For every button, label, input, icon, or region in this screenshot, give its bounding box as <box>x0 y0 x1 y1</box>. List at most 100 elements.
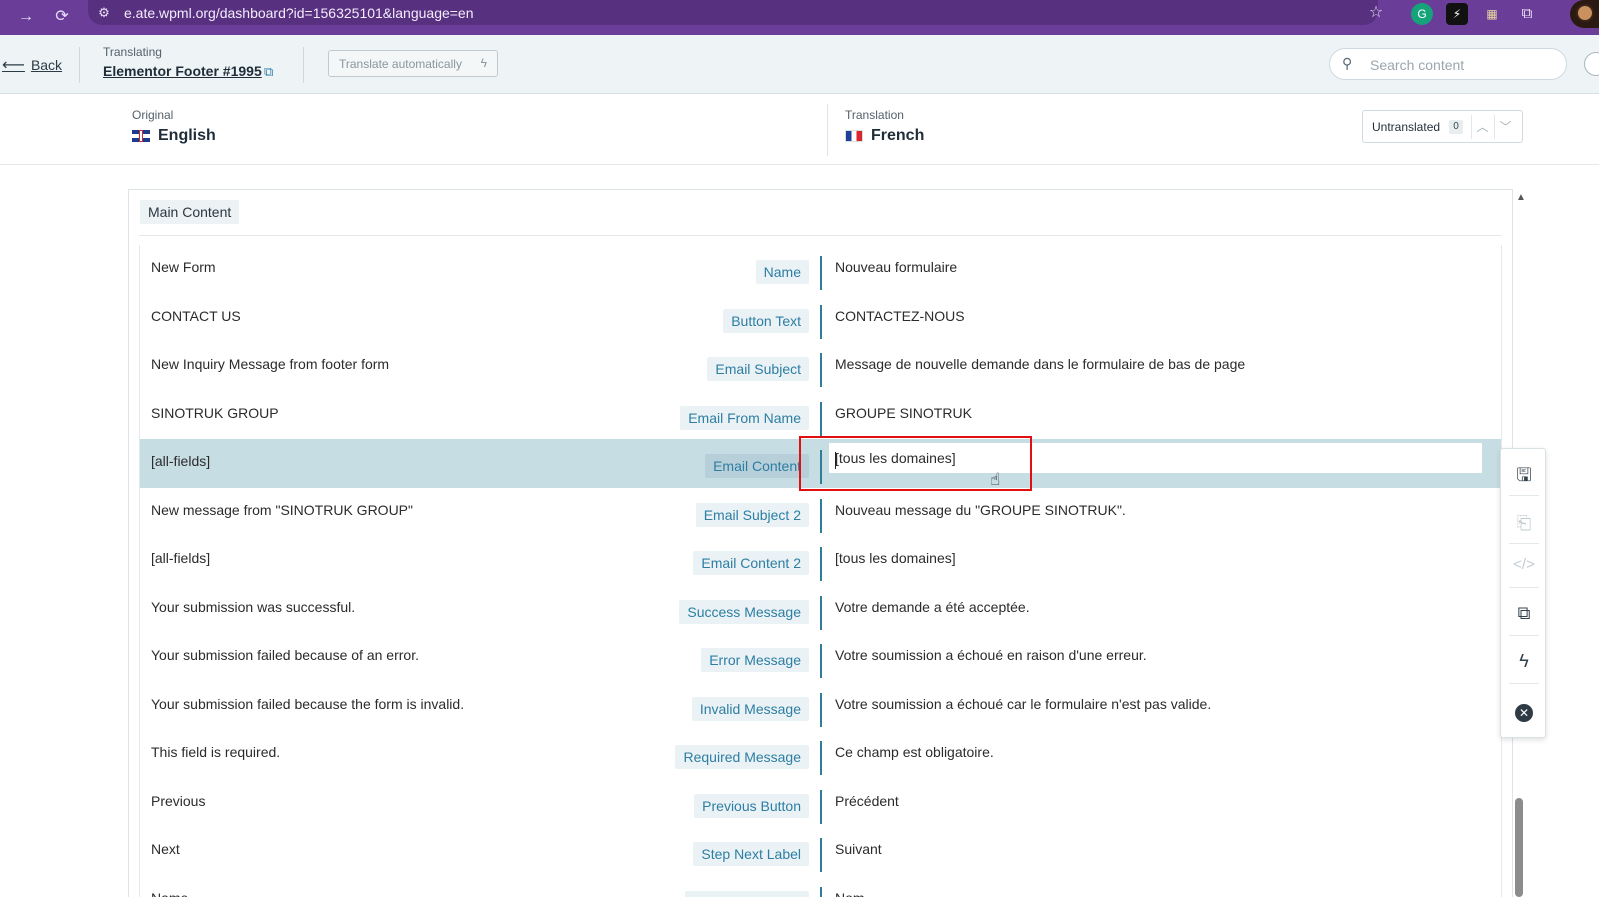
source-text: This field is required. <box>151 744 281 760</box>
bookmark-star-icon[interactable]: ☆ <box>1366 3 1386 23</box>
translation-text[interactable]: Message de nouvelle demande dans le form… <box>835 356 1245 372</box>
section-divider <box>139 235 1502 236</box>
original-label: Original <box>132 108 174 122</box>
segment-toolbar: 🖫 ⎗ </> ⧉ ϟ ✕ <box>1500 448 1546 738</box>
segment-divider <box>820 304 822 339</box>
translation-text[interactable]: [tous les domaines] <box>835 550 956 566</box>
original-language: English <box>132 127 216 145</box>
chevron-down-icon[interactable]: ﹀ <box>1494 115 1516 139</box>
lightning-icon: ϟ <box>480 56 487 70</box>
scroll-up-arrow-icon[interactable]: ▲ <box>1516 192 1526 203</box>
segment-divider <box>820 741 822 775</box>
search-box[interactable]: ⚲ <box>1329 48 1567 80</box>
extensions-puzzle-icon[interactable]: ⧉ <box>1516 3 1538 25</box>
extension-bolt-icon[interactable]: ⚡ <box>1446 3 1468 25</box>
field-tag: Success Message <box>679 599 809 624</box>
segment-row[interactable]: Your submission was successful. Success M… <box>139 584 1502 633</box>
segment-row[interactable]: CONTACT US Button Text CONTACTEZ-NOUS <box>139 293 1502 342</box>
language-divider <box>827 104 828 156</box>
header-divider <box>79 47 80 83</box>
toolbar-divider <box>1509 543 1539 544</box>
segment-divider <box>820 256 822 290</box>
toolbar-divider <box>1509 587 1539 588</box>
segment-row[interactable]: Name Field Placeholder Nom <box>139 875 1502 897</box>
field-tag: Step Next Label <box>693 842 809 866</box>
translation-language-name: French <box>871 127 925 144</box>
profile-avatar[interactable] <box>1570 0 1599 28</box>
translation-text[interactable]: GROUPE SINOTRUK <box>835 405 972 421</box>
avatar-face <box>1576 4 1594 22</box>
document-title-link[interactable]: Elementor Footer #1995 <box>103 63 262 79</box>
uk-flag-icon <box>132 130 150 142</box>
back-arrow-icon: ⟵ <box>2 57 25 74</box>
editor-header: ⟵ Back Translating Elementor Footer #199… <box>0 35 1599 94</box>
translation-text[interactable]: Votre soumission a échoué en raison d'un… <box>835 647 1147 663</box>
translation-label: Translation <box>845 108 904 122</box>
back-link[interactable]: ⟵ Back <box>2 55 62 75</box>
france-flag-icon <box>845 130 863 142</box>
translation-text[interactable]: Ce champ est obligatoire. <box>835 744 994 760</box>
bookmark-icon[interactable]: ⎗ <box>1512 511 1536 535</box>
translation-text[interactable]: Nouveau formulaire <box>835 259 957 275</box>
segment-row[interactable]: Your submission failed because of an err… <box>139 633 1502 682</box>
close-icon[interactable]: ✕ <box>1515 704 1533 722</box>
segment-divider <box>820 644 822 678</box>
extension-card-icon[interactable]: ▦ <box>1481 3 1503 25</box>
chevron-up-icon[interactable]: ︿ <box>1471 115 1493 139</box>
translation-text[interactable]: Votre soumission a échoué car le formula… <box>835 696 1211 712</box>
translation-input[interactable] <box>829 443 1482 473</box>
translation-text[interactable]: Votre demande a été acceptée. <box>835 599 1030 615</box>
segment-row[interactable]: New Inquiry Message from footer form Emai… <box>139 342 1502 391</box>
untranslated-filter[interactable]: Untranslated 0 ︿ ﹀ <box>1362 110 1523 143</box>
toolbar-divider <box>1509 495 1539 496</box>
translation-text[interactable]: Suivant <box>835 841 882 857</box>
field-tag: Button Text <box>723 308 809 333</box>
toolbar-divider <box>1509 683 1539 684</box>
segment-row[interactable]: New Form Name Nouveau formulaire <box>139 245 1502 294</box>
save-icon[interactable]: 🖫 <box>1512 463 1536 487</box>
field-tag: Email Content 2 <box>693 551 809 575</box>
translation-language: French <box>845 127 924 145</box>
translation-text[interactable]: Précédent <box>835 793 899 809</box>
reload-icon[interactable]: ⟳ <box>52 7 72 27</box>
segment-divider <box>820 498 822 533</box>
back-label[interactable]: Back <box>31 57 62 73</box>
grammarly-extension-icon[interactable]: G <box>1411 3 1433 25</box>
forward-icon[interactable]: → <box>16 7 36 27</box>
segment-row[interactable]: This field is required. Required Message C… <box>139 730 1502 779</box>
code-icon[interactable]: </> <box>1512 553 1536 577</box>
field-tag: Email Subject 2 <box>695 502 809 527</box>
scrollbar-thumb[interactable] <box>1515 798 1523 897</box>
source-text: New Inquiry Message from footer form <box>151 356 390 372</box>
external-link-icon[interactable]: ⧉ <box>264 65 278 79</box>
segment-row[interactable]: New message from "SINOTRUK GROUP" Email S… <box>139 487 1502 536</box>
translation-text[interactable]: Nom <box>835 890 865 897</box>
untranslated-count-badge: 0 <box>1449 120 1463 134</box>
source-text: CONTACT US <box>151 307 241 324</box>
field-tag: Email Content <box>705 454 809 478</box>
segment-row[interactable]: [all-fields] Email Content 2 [tous les dom… <box>139 536 1502 585</box>
segment-row[interactable]: Previous Previous Button Précédent <box>139 778 1502 827</box>
search-input[interactable] <box>1370 55 1550 75</box>
lightning-icon[interactable]: ϟ <box>1512 649 1536 673</box>
segment-row[interactable]: Your submission failed because the form … <box>139 681 1502 730</box>
translation-text[interactable]: Nouveau message du "GROUPE SINOTRUK". <box>835 502 1126 518</box>
source-text: Your submission failed because the form … <box>151 695 465 712</box>
site-settings-icon[interactable]: ⚙ <box>94 3 114 23</box>
text-caret <box>835 452 836 469</box>
source-text: Name <box>151 890 188 897</box>
segment-divider <box>820 401 822 436</box>
url-text[interactable]: e.ate.wpml.org/dashboard?id=156325101&la… <box>124 5 474 21</box>
segment-row[interactable]: [all-fields] Email Content <box>139 439 1502 488</box>
field-tag: Previous Button <box>694 793 809 818</box>
segment-row[interactable]: SINOTRUK GROUP Email From Name GROUPE SINO… <box>139 390 1502 439</box>
help-icon[interactable] <box>1584 52 1599 76</box>
section-title: Main Content <box>140 200 240 224</box>
source-text: Your submission failed because of an err… <box>151 647 419 663</box>
segment-row[interactable]: Next Step Next Label Suivant <box>139 827 1502 876</box>
translate-automatically-button[interactable]: Translate automatically ϟ <box>328 50 498 77</box>
translation-text[interactable]: CONTACTEZ-NOUS <box>835 308 965 324</box>
copy-icon[interactable]: ⧉ <box>1512 601 1536 625</box>
segment-divider <box>820 789 822 824</box>
hand-cursor-icon: ☝ <box>990 470 1001 489</box>
